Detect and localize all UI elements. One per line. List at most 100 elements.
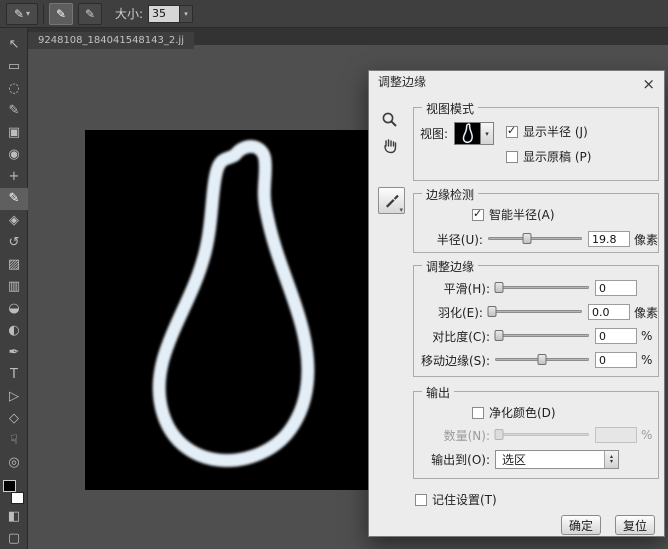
tool-healing-brush[interactable]: + bbox=[0, 166, 28, 188]
show-original-option[interactable]: 显示原稿 (P) bbox=[506, 148, 591, 165]
tool-dodge[interactable]: ◐ bbox=[0, 320, 28, 342]
contrast-slider[interactable] bbox=[495, 330, 589, 342]
slider-thumb[interactable] bbox=[538, 354, 547, 365]
smart-radius-label: 智能半径(A) bbox=[489, 206, 555, 223]
slider-track bbox=[495, 286, 589, 289]
decontaminate-label: 净化颜色(D) bbox=[489, 404, 556, 421]
brush-preset-icon: ✎ bbox=[14, 7, 24, 21]
shift-edge-slider[interactable] bbox=[495, 354, 589, 366]
slider-thumb[interactable] bbox=[487, 306, 496, 317]
brush-alt-button[interactable]: ✎ bbox=[78, 3, 102, 25]
color-swatches[interactable] bbox=[2, 480, 26, 504]
dialog-titlebar[interactable]: 调整边缘 × bbox=[369, 71, 664, 93]
toolbar-separator bbox=[43, 4, 44, 24]
show-radius-checkbox[interactable]: ✓ bbox=[506, 126, 518, 138]
radius-unit: 像素 bbox=[634, 231, 658, 248]
slider-track bbox=[488, 310, 582, 313]
tool-screen-mode[interactable]: ▢ bbox=[0, 528, 28, 549]
tool-eyedropper[interactable]: ◉ bbox=[0, 144, 28, 166]
combo-arrows: ▴ ▾ bbox=[604, 451, 618, 468]
brush-size-input[interactable] bbox=[148, 5, 180, 23]
brush-size-field: ▾ bbox=[148, 5, 193, 23]
tool-clone-stamp[interactable]: ◈ bbox=[0, 210, 28, 232]
dialog-zoom-tool[interactable] bbox=[381, 111, 403, 133]
chevron-down-icon: ▾ bbox=[26, 9, 30, 18]
tool-gradient[interactable]: ▥ bbox=[0, 276, 28, 298]
slider-track bbox=[488, 237, 582, 240]
smooth-input[interactable] bbox=[595, 280, 637, 296]
canvas-area[interactable] bbox=[85, 130, 370, 490]
output-to-label: 输出到(O): bbox=[418, 451, 490, 468]
decontaminate-checkbox[interactable] bbox=[472, 407, 484, 419]
remember-settings-label: 记住设置(T) bbox=[432, 491, 497, 508]
tool-history-brush[interactable]: ↺ bbox=[0, 232, 28, 254]
refine-radius-tool-button[interactable]: ▾ bbox=[378, 187, 405, 214]
document-tab[interactable]: 9248108_184041548143_2.jj bbox=[28, 32, 194, 49]
feather-input[interactable] bbox=[588, 304, 630, 320]
slider-track bbox=[495, 433, 589, 436]
shift-edge-label: 移动边缘(S): bbox=[418, 352, 490, 369]
remember-settings-checkbox[interactable] bbox=[415, 494, 427, 506]
brush-size-dropdown-icon[interactable]: ▾ bbox=[180, 5, 193, 23]
show-original-checkbox[interactable] bbox=[506, 151, 518, 163]
tool-type[interactable]: T bbox=[0, 364, 28, 386]
slider-thumb[interactable] bbox=[494, 330, 503, 341]
reset-button[interactable]: 复位 bbox=[615, 515, 655, 535]
canvas-image bbox=[85, 130, 370, 490]
refine-brush-icon bbox=[383, 192, 401, 210]
tool-blur[interactable]: ◒ bbox=[0, 298, 28, 320]
background-color-swatch[interactable] bbox=[11, 492, 24, 504]
ok-button[interactable]: 确定 bbox=[561, 515, 601, 535]
tool-shape[interactable]: ◇ bbox=[0, 408, 28, 430]
brush-add-button[interactable]: ✎ bbox=[49, 3, 73, 25]
slider-thumb[interactable] bbox=[523, 233, 532, 244]
output-group: 输出 净化颜色(D) 数量(N): % 输出到(O): 选区 ▴ bbox=[413, 391, 659, 479]
tool-path-selection[interactable]: ▷ bbox=[0, 386, 28, 408]
combo-down-icon: ▾ bbox=[610, 459, 613, 464]
photoshop-window: ✎ ▾ ✎ ✎ 大小: ▾ 9248108_184041548143_2.jj … bbox=[0, 0, 668, 549]
brush-preset-picker[interactable]: ✎ ▾ bbox=[6, 3, 38, 25]
feather-slider[interactable] bbox=[488, 306, 582, 318]
output-to-value: 选区 bbox=[496, 451, 604, 468]
check-icon: ✓ bbox=[507, 124, 516, 137]
adjust-edge-group: 调整边缘 平滑(H): 羽化(E): 像素 对比度(C): bbox=[413, 265, 659, 377]
foreground-color-swatch[interactable] bbox=[3, 480, 16, 492]
amount-slider bbox=[495, 429, 589, 441]
tool-brush[interactable]: ✎ bbox=[0, 188, 28, 210]
tools-panel: ↖ ▭ ◌ ✎ ▣ ◉ + ✎ ◈ ↺ ▨ ▥ ◒ ◐ ✒ T ▷ ◇ ☟ ◎ … bbox=[0, 28, 28, 549]
smooth-slider[interactable] bbox=[495, 282, 589, 294]
view-thumbnail-image bbox=[455, 123, 480, 144]
view-thumbnail[interactable] bbox=[454, 122, 481, 145]
view-mode-group: 视图模式 视图: ▾ ✓ 显示半径 (J) bbox=[413, 107, 659, 181]
document-tabbar: 9248108_184041548143_2.jj bbox=[28, 28, 668, 45]
tool-hand[interactable]: ☟ bbox=[0, 430, 28, 452]
tool-crop[interactable]: ▣ bbox=[0, 122, 28, 144]
dialog-hand-tool[interactable] bbox=[381, 137, 403, 159]
slider-track bbox=[495, 334, 589, 337]
show-radius-option[interactable]: ✓ 显示半径 (J) bbox=[506, 123, 591, 140]
tool-move[interactable]: ↖ bbox=[0, 34, 28, 56]
tool-eraser[interactable]: ▨ bbox=[0, 254, 28, 276]
radius-input[interactable] bbox=[588, 231, 630, 247]
output-to-select[interactable]: 选区 ▴ ▾ bbox=[495, 450, 619, 469]
tool-quick-selection[interactable]: ✎ bbox=[0, 100, 28, 122]
view-dropdown-icon[interactable]: ▾ bbox=[481, 122, 494, 145]
options-bar: ✎ ▾ ✎ ✎ 大小: ▾ bbox=[0, 0, 668, 28]
remember-settings-option[interactable]: 记住设置(T) bbox=[415, 491, 497, 508]
tool-zoom[interactable]: ◎ bbox=[0, 452, 28, 474]
tool-lasso[interactable]: ◌ bbox=[0, 78, 28, 100]
contrast-label: 对比度(C): bbox=[418, 328, 490, 345]
output-legend: 输出 bbox=[422, 384, 454, 401]
shift-edge-unit: % bbox=[641, 353, 652, 367]
tool-pen[interactable]: ✒ bbox=[0, 342, 28, 364]
close-icon[interactable]: × bbox=[642, 73, 655, 95]
shift-edge-input[interactable] bbox=[595, 352, 637, 368]
tool-marquee[interactable]: ▭ bbox=[0, 56, 28, 78]
edge-detection-legend: 边缘检测 bbox=[422, 186, 478, 203]
tool-quick-mask[interactable]: ◧ bbox=[0, 506, 28, 528]
slider-thumb[interactable] bbox=[494, 282, 503, 293]
magnifier-icon bbox=[381, 111, 399, 129]
smart-radius-checkbox[interactable]: ✓ bbox=[472, 209, 484, 221]
contrast-input[interactable] bbox=[595, 328, 637, 344]
radius-slider[interactable] bbox=[488, 233, 582, 245]
